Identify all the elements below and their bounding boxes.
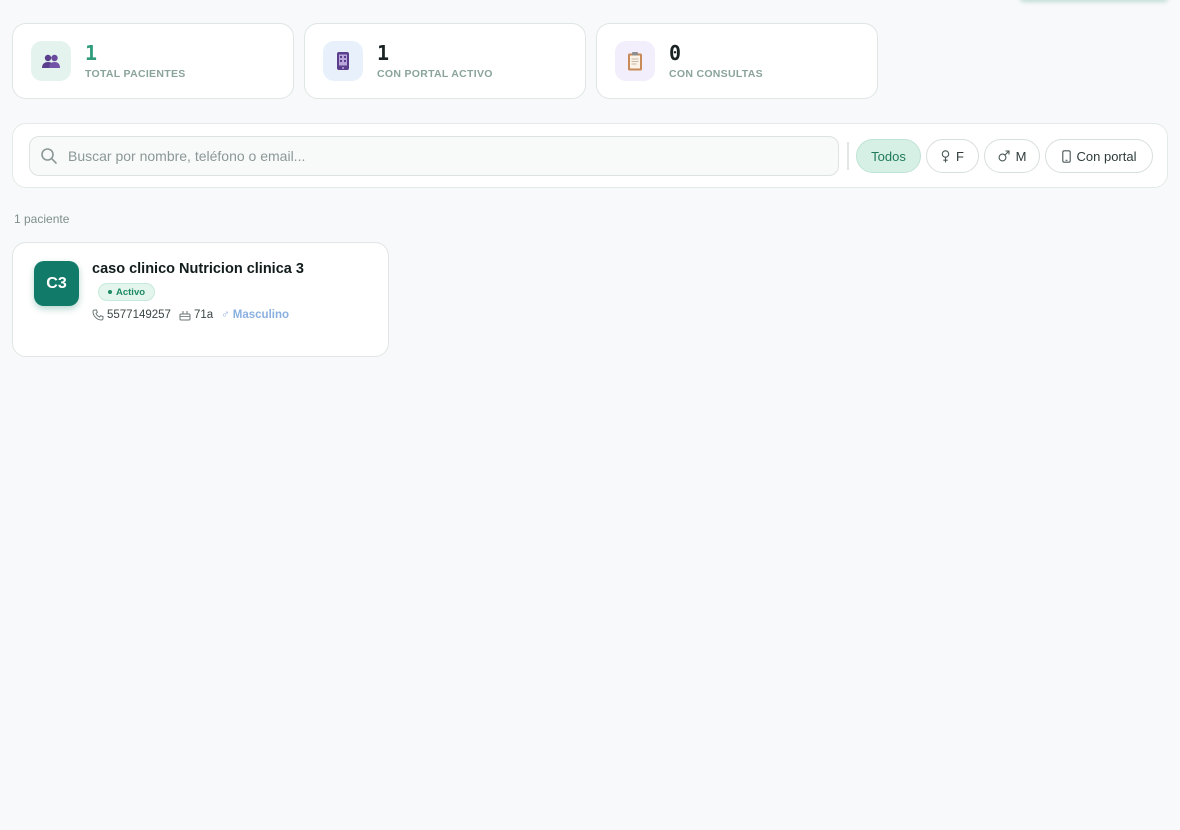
search-field[interactable] — [29, 136, 839, 176]
filter-with-portal[interactable]: Con portal — [1045, 139, 1153, 173]
stat-card-total-patients: 1 TOTAL PACIENTES — [12, 23, 294, 99]
stats-row: 1 TOTAL PACIENTES 1 CON PORTAL ACTIVO 0 … — [12, 23, 878, 99]
filter-male-label: M — [1015, 148, 1027, 164]
filter-divider — [847, 142, 849, 170]
phone-icon — [92, 309, 104, 321]
stat-label-portal-active: CON PORTAL ACTIVO — [377, 68, 493, 80]
avatar: C3 — [34, 261, 79, 306]
female-icon — [941, 149, 950, 163]
patient-age: 71a — [179, 309, 213, 321]
filter-female[interactable]: F — [926, 139, 979, 173]
phone-icon — [1061, 149, 1071, 163]
patient-phone: 5577149257 — [92, 309, 171, 321]
filter-male[interactable]: M — [984, 139, 1040, 173]
cake-icon — [179, 309, 191, 321]
male-icon — [998, 150, 1010, 162]
patient-sex: ♂ Masculino — [221, 309, 289, 321]
search-icon — [40, 147, 58, 165]
filter-all-label: Todos — [871, 148, 906, 164]
filter-chips: Todos F M Con portal — [856, 139, 1153, 173]
users-icon — [31, 41, 71, 81]
clipboard-icon — [615, 41, 655, 81]
patient-name: caso clinico Nutricion clinica 3 — [92, 261, 304, 277]
male-icon: ♂ — [221, 309, 230, 321]
patient-age-value: 71a — [193, 309, 214, 321]
stat-value-consultations: 0 — [669, 41, 682, 65]
patient-sex-value: Masculino — [232, 309, 290, 321]
stat-card-portal-active: 1 CON PORTAL ACTIVO — [304, 23, 586, 99]
status-badge: Activo — [98, 283, 156, 301]
status-dot-icon — [108, 290, 112, 294]
stat-value-total-patients: 1 — [85, 41, 98, 65]
status-label: Activo — [116, 286, 146, 298]
patient-meta: 5577149257 71a ♂ Masculino — [92, 309, 289, 321]
filter-with-portal-label: Con portal — [1076, 148, 1137, 164]
patient-phone-value: 5577149257 — [107, 309, 171, 321]
stat-label-consultations: CON CONSULTAS — [669, 68, 763, 80]
phone-icon — [323, 41, 363, 81]
search-filter-bar: Todos F M — [12, 123, 1168, 188]
stat-card-consultations: 0 CON CONSULTAS — [596, 23, 878, 99]
patient-count: 1 paciente — [14, 212, 70, 226]
stat-value-portal-active: 1 — [377, 41, 390, 65]
stat-label-total-patients: TOTAL PACIENTES — [85, 68, 186, 80]
search-input[interactable] — [68, 148, 808, 164]
filter-female-label: F — [956, 148, 964, 164]
filter-all[interactable]: Todos — [856, 139, 921, 173]
patient-card[interactable]: C3 caso clinico Nutricion clinica 3 Acti… — [12, 242, 389, 357]
